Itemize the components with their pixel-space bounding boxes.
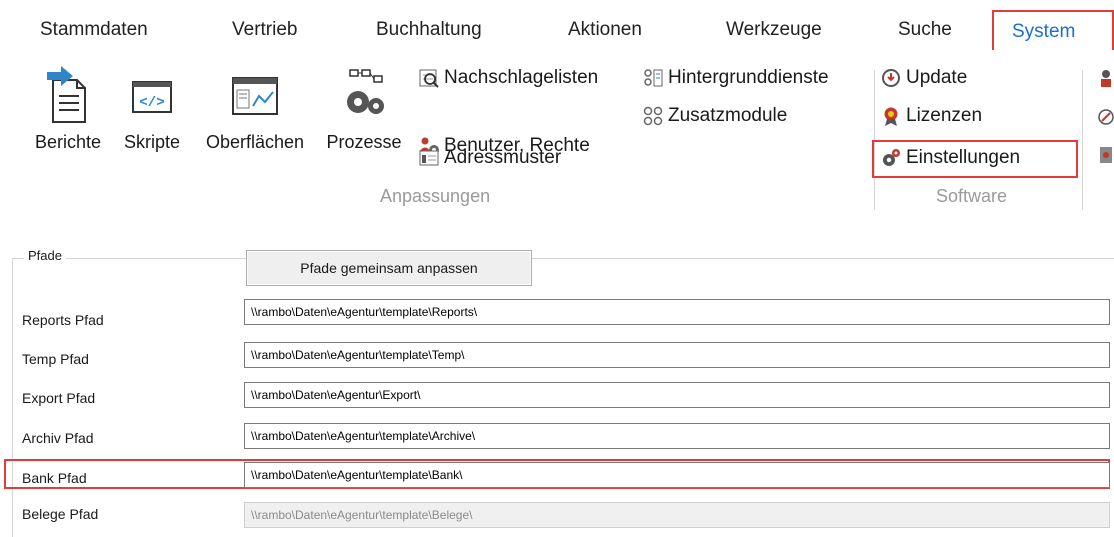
export-pfad-input[interactable]: \\rambo\Daten\eAgentur\Export\ <box>244 382 1110 408</box>
group-separator-2 <box>1082 70 1083 210</box>
prozesse-button[interactable]: Prozesse <box>320 66 408 153</box>
addon-modules-icon <box>643 106 663 126</box>
berichte-button[interactable]: Berichte <box>26 66 110 153</box>
pfade-group-title: Pfade <box>24 248 66 263</box>
group-label-anpassungen: Anpassungen <box>380 186 491 206</box>
update-button[interactable]: Update <box>880 64 967 92</box>
lookup-list-icon <box>419 69 439 88</box>
update-icon <box>882 69 900 87</box>
temp-pfad-input[interactable]: \\rambo\Daten\eAgentur\template\Temp\ <box>244 342 1110 368</box>
report-icon <box>47 66 86 123</box>
tab-suche[interactable]: Suche <box>898 12 952 48</box>
nachschlagelisten-label: Nachschlagelisten <box>444 67 599 88</box>
reports-pfad-input[interactable]: \\rambo\Daten\eAgentur\template\Reports\ <box>244 299 1110 325</box>
berichte-label: Berichte <box>34 132 102 152</box>
belege-pfad-input: \\rambo\Daten\eAgentur\template\Belege\ <box>244 502 1110 528</box>
svg-text:</>: </> <box>139 95 164 111</box>
hintergrunddienste-button[interactable]: Hintergrunddienste <box>642 64 829 92</box>
lizenzen-button[interactable]: Lizenzen <box>880 102 982 130</box>
oberflaechen-label: Oberflächen <box>205 132 305 152</box>
bank-pfad-input[interactable]: \\rambo\Daten\eAgentur\template\Bank\ <box>244 462 1110 488</box>
zusatzmodule-button[interactable]: Zusatzmodule <box>642 102 787 130</box>
pfade-gemeinsam-anpassen-button[interactable]: Pfade gemeinsam anpassen <box>246 250 532 286</box>
license-icon <box>884 107 898 126</box>
prozesse-label: Prozesse <box>326 132 402 152</box>
group-label-software: Software <box>936 186 1008 206</box>
tab-vertrieb[interactable]: Vertrieb <box>232 12 297 48</box>
lizenzen-label: Lizenzen <box>906 105 983 126</box>
partial-box-icon <box>1100 147 1112 163</box>
skripte-button[interactable]: </> Skripte <box>114 66 190 153</box>
temp-pfad-label: Temp Pfad <box>22 351 89 367</box>
archiv-pfad-label: Archiv Pfad <box>22 430 94 446</box>
background-services-icon <box>644 69 663 87</box>
adressmuster-label: Adressmuster <box>444 147 562 168</box>
archiv-pfad-input[interactable]: \\rambo\Daten\eAgentur\template\Archive\ <box>244 423 1110 449</box>
hintergrunddienste-label: Hintergrunddienste <box>668 67 829 88</box>
tab-stammdaten[interactable]: Stammdaten <box>40 12 148 48</box>
tab-aktionen[interactable]: Aktionen <box>568 12 642 48</box>
belege-pfad-label: Belege Pfad <box>22 506 99 522</box>
partial-tool-icon <box>1098 109 1114 125</box>
export-pfad-label: Export Pfad <box>22 390 96 406</box>
process-gears-icon <box>347 69 384 114</box>
update-label: Update <box>906 67 968 88</box>
einstellungen-highlight <box>872 140 1078 178</box>
adressmuster-row[interactable]: Adressmuster <box>418 144 561 172</box>
ribbon-tab-bar: Stammdaten Vertrieb Buchhaltung Aktionen… <box>0 0 1114 52</box>
skripte-label: Skripte <box>123 132 181 152</box>
zusatzmodule-label: Zusatzmodule <box>668 105 788 126</box>
tab-werkzeuge[interactable]: Werkzeuge <box>726 12 822 48</box>
address-pattern-icon <box>419 150 439 166</box>
ribbon-panel: Berichte </> Skripte Oberflächen Prozess… <box>0 50 1114 218</box>
script-icon: </> <box>132 81 172 113</box>
reports-pfad-label: Reports Pfad <box>22 312 104 328</box>
ui-designer-icon <box>232 77 278 115</box>
partial-user-icon <box>1101 70 1111 87</box>
tab-buchhaltung[interactable]: Buchhaltung <box>376 12 482 48</box>
bank-pfad-label: Bank Pfad <box>22 470 87 486</box>
oberflaechen-button[interactable]: Oberflächen <box>194 66 316 153</box>
tab-system[interactable]: System <box>992 10 1114 52</box>
nachschlagelisten-button[interactable]: Nachschlagelisten <box>418 64 598 92</box>
